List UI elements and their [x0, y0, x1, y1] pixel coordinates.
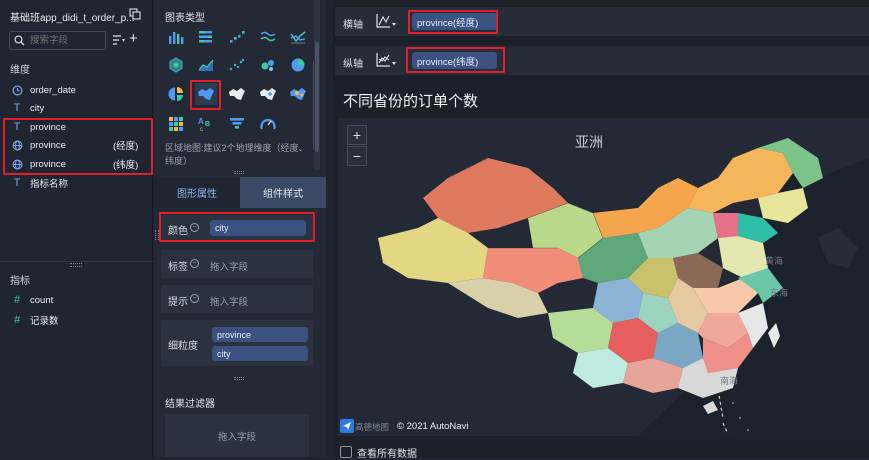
- bar-chart-icon[interactable]: [165, 26, 187, 48]
- chart-area: 横轴 province(经度) 纵轴 province(纬度) 不同省份的订单个…: [333, 0, 869, 460]
- config-panel: 图表类型 ABc 区域地图:建议2个地理维度（经度、纬度） 图形属性 组件样式 …: [154, 0, 326, 457]
- hash-calc-icon: #: [13, 314, 21, 326]
- hainan-shape[interactable]: [703, 401, 718, 414]
- map-label-yellow-sea: 黄海: [765, 256, 784, 266]
- china-map-icon[interactable]: [226, 83, 248, 105]
- highlight-chart-type: [190, 80, 221, 110]
- hash-icon: #: [13, 294, 21, 306]
- highlight-color-slot: [159, 212, 315, 242]
- remove-icon[interactable]: −: [190, 259, 199, 268]
- dot-scatter-icon[interactable]: [226, 54, 248, 76]
- chart-type-hint: 区域地图:建议2个地理维度（经度、纬度）: [165, 143, 308, 166]
- search-icon: [14, 35, 25, 46]
- gauge-icon[interactable]: [257, 113, 279, 135]
- field-count[interactable]: # count: [10, 292, 53, 308]
- field-order-date[interactable]: order_date: [10, 82, 76, 98]
- axis-chart-type-icon[interactable]: [375, 13, 397, 29]
- funnel-icon[interactable]: [226, 113, 248, 135]
- area-line-icon[interactable]: [195, 54, 217, 76]
- axis-chart-type-icon[interactable]: [375, 52, 397, 68]
- field-panel: 基础班app_didi_t_order_p... + 维度 order_date…: [0, 0, 153, 457]
- search-input[interactable]: [30, 35, 100, 46]
- stacked-bar-icon[interactable]: [195, 26, 217, 48]
- resize-handle[interactable]: [234, 377, 244, 380]
- hex-map-icon[interactable]: [165, 54, 187, 76]
- zoom-out-button[interactable]: −: [347, 146, 367, 166]
- resize-handle[interactable]: [234, 171, 244, 174]
- add-field-icon[interactable]: +: [129, 31, 138, 47]
- view-all-label[interactable]: 查看所有数据: [357, 445, 417, 460]
- tab-graph-properties[interactable]: 图形属性: [154, 177, 240, 208]
- dataset-title[interactable]: 基础班app_didi_t_order_p...: [10, 9, 135, 24]
- granularity-field-pill[interactable]: city: [212, 346, 308, 361]
- svg-text:B: B: [205, 121, 210, 128]
- dimension-header: 维度: [10, 65, 30, 76]
- field-record-count[interactable]: # 记录数: [10, 312, 59, 328]
- svg-text:A: A: [198, 117, 204, 126]
- text-type-icon: T: [13, 102, 21, 114]
- taiwan-shape[interactable]: [768, 323, 780, 348]
- field-city[interactable]: T city: [10, 100, 45, 116]
- map-label-east-sea: 东海: [770, 288, 789, 298]
- line-check-icon[interactable]: [287, 26, 309, 48]
- granularity-field-pill[interactable]: province: [212, 327, 308, 342]
- highlight-x-axis: [408, 10, 498, 34]
- china-point-map-icon[interactable]: [257, 83, 279, 105]
- label-slot[interactable]: 标签 − 拖入字段: [161, 250, 313, 278]
- map-label-asia: 亚洲: [575, 134, 603, 150]
- heatmap-grid-icon[interactable]: [165, 113, 187, 135]
- pie-split-icon[interactable]: [165, 83, 187, 105]
- zoom-in-button[interactable]: +: [347, 125, 367, 145]
- highlight-y-axis: [406, 47, 505, 73]
- highlight-province-fields: [3, 118, 153, 175]
- chart-title: 不同省份的订单个数: [343, 93, 479, 110]
- pie-icon[interactable]: [287, 54, 309, 76]
- scatter-trend-icon[interactable]: [226, 26, 248, 48]
- sort-filter-icon[interactable]: [112, 33, 126, 47]
- granularity-slot[interactable]: 细粒度 province city: [161, 320, 313, 366]
- remove-icon[interactable]: −: [190, 294, 199, 303]
- divider: [0, 261, 153, 262]
- tooltip-slot[interactable]: 提示 − 拖入字段: [161, 285, 313, 313]
- svg-text:c: c: [200, 127, 203, 132]
- map-copyright: © 2021 AutoNavi: [397, 421, 469, 432]
- tab-component-style[interactable]: 组件样式: [240, 177, 326, 208]
- view-all-checkbox[interactable]: [340, 446, 352, 458]
- config-scrollbar[interactable]: [315, 42, 319, 152]
- filter-drop-zone[interactable]: 拖入字段: [165, 414, 309, 457]
- map-provider-logo-icon: [340, 419, 354, 433]
- map-canvas[interactable]: + − 亚洲 黄海 东海 南海 高德地图 © 2021 AutoNavi: [338, 118, 869, 436]
- bubble-icon[interactable]: [257, 54, 279, 76]
- switch-dataset-icon[interactable]: [129, 8, 141, 20]
- field-metric-name[interactable]: T 指标名称: [10, 175, 68, 191]
- text-type-icon: T: [13, 177, 21, 189]
- china-bubble-map-icon[interactable]: [287, 83, 309, 105]
- result-filter-header: 结果过滤器: [165, 399, 215, 410]
- measure-header: 指标: [10, 276, 30, 287]
- map-label-south-sea: 南海: [720, 376, 739, 386]
- clock-icon: [10, 84, 24, 96]
- word-cloud-icon[interactable]: ABc: [195, 113, 217, 135]
- map-provider-name: 高德地图: [355, 422, 390, 432]
- wave-line-icon[interactable]: [257, 26, 279, 48]
- resize-handle[interactable]: [70, 263, 82, 267]
- search-box[interactable]: [9, 31, 106, 50]
- chart-type-header: 图表类型: [165, 13, 205, 24]
- china-province-map[interactable]: [338, 118, 869, 436]
